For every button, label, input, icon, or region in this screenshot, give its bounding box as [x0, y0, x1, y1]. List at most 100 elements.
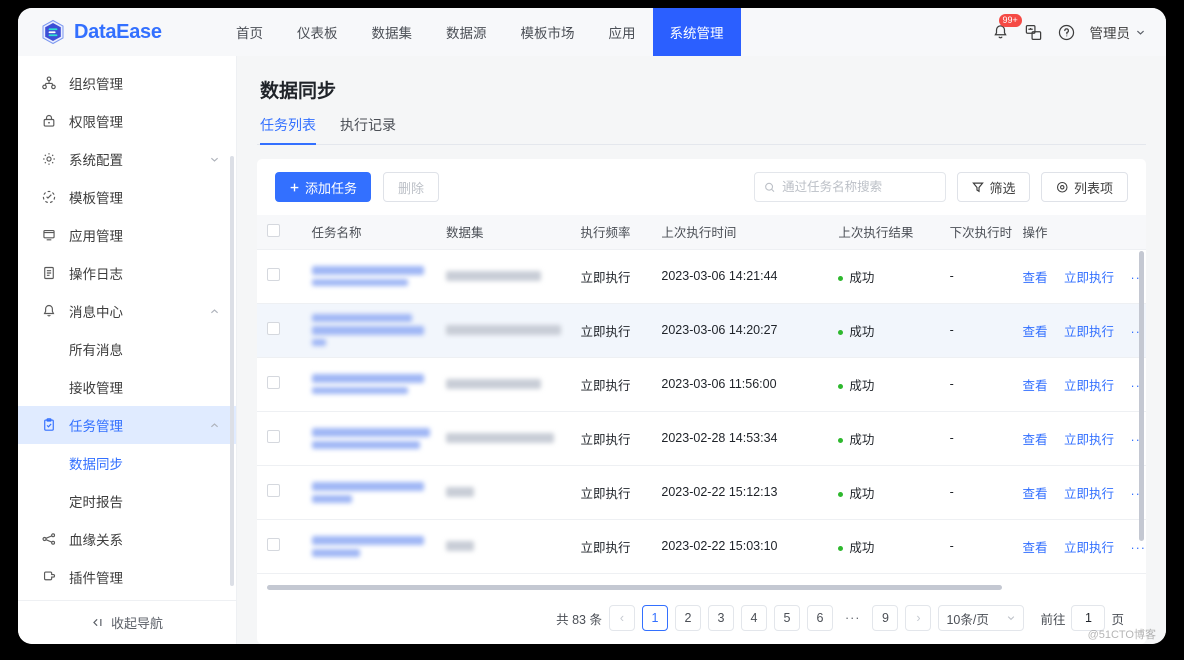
prev-page-button[interactable]: ‹ — [608, 605, 635, 631]
filter-button[interactable]: 筛选 — [957, 172, 1031, 202]
lock-icon — [40, 113, 57, 130]
tab-task-list[interactable]: 任务列表 — [260, 115, 316, 145]
settings-gear-icon — [1057, 181, 1069, 193]
next-page-button[interactable]: › — [905, 605, 932, 631]
table-row[interactable]: 立即执行 2023-03-06 14:20:27 成功 - 查看 立即执行 ··… — [257, 303, 1146, 358]
view-action[interactable]: 查看 — [1022, 541, 1047, 555]
sidebar-subitem-all-messages[interactable]: 所有消息 — [18, 330, 236, 368]
sidebar-subitem-data-sync[interactable]: 数据同步 — [18, 444, 236, 482]
table-row[interactable]: 立即执行 2023-02-28 14:53:34 成功 - 查看 立即执行 ··… — [257, 411, 1146, 466]
nav-item-dashboard[interactable]: 仪表板 — [280, 8, 355, 56]
page-button-4[interactable]: 4 — [740, 605, 767, 631]
row-checkbox[interactable] — [267, 322, 280, 335]
nav-item-home[interactable]: 首页 — [219, 8, 280, 56]
table-row[interactable]: 立即执行 2023-02-22 15:12:13 成功 - 查看 立即执行 ··… — [257, 465, 1146, 520]
view-action[interactable]: 查看 — [1022, 379, 1047, 393]
page-button-2[interactable]: 2 — [674, 605, 701, 631]
page-ellipsis[interactable]: ··· — [839, 605, 866, 631]
row-checkbox[interactable] — [267, 538, 280, 551]
filter-icon — [972, 182, 985, 193]
table-row[interactable]: 立即执行 2023-03-06 11:56:00 成功 - 查看 立即执行 ··… — [257, 357, 1146, 412]
page-size-select[interactable]: 10条/页 — [938, 605, 1025, 631]
page-button-5[interactable]: 5 — [773, 605, 800, 631]
more-actions-icon[interactable]: ··· — [1130, 541, 1146, 555]
sidebar-item-system-config[interactable]: 系统配置 — [18, 140, 236, 178]
row-checkbox[interactable] — [267, 430, 280, 443]
run-now-action[interactable]: 立即执行 — [1064, 271, 1114, 285]
run-now-action[interactable]: 立即执行 — [1064, 325, 1114, 339]
cell-last-exec-time: 2023-03-06 14:21:44 — [651, 249, 829, 304]
jump-page-input[interactable] — [1071, 605, 1106, 631]
page-title: 数据同步 — [260, 81, 337, 102]
search-input[interactable] — [782, 180, 937, 194]
task-name-redacted — [311, 427, 430, 449]
page-button-3[interactable]: 3 — [707, 605, 734, 631]
nav-item-dataset[interactable]: 数据集 — [355, 8, 430, 56]
page-button-1[interactable]: 1 — [641, 605, 668, 631]
cell-last-exec-time: 2023-02-22 15:03:10 — [651, 519, 829, 574]
top-bar: DataEase 首页 仪表板 数据集 数据源 模板市场 应用 系统管理 99+ — [18, 8, 1166, 56]
status-dot — [838, 275, 844, 281]
help-icon[interactable] — [1057, 23, 1076, 42]
sidebar-subitem-receive-management[interactable]: 接收管理 — [18, 368, 236, 406]
nav-item-system-management[interactable]: 系统管理 — [652, 8, 741, 56]
cell-dataset — [436, 303, 571, 358]
chevron-up-icon — [211, 422, 218, 427]
run-now-action[interactable]: 立即执行 — [1064, 541, 1114, 555]
sidebar-item-template[interactable]: 模板管理 — [18, 178, 236, 216]
table-toolbar: 添加任务 删除 通过任务名称搜索 筛选 列表项 — [257, 159, 1146, 215]
row-checkbox[interactable] — [267, 268, 280, 281]
row-checkbox[interactable] — [267, 376, 280, 389]
search-box[interactable] — [754, 172, 947, 202]
cell-frequency: 立即执行 — [570, 249, 652, 304]
table-vertical-scrollbar[interactable] — [1139, 251, 1144, 541]
search-icon — [765, 182, 775, 192]
sidebar-item-permission[interactable]: 权限管理 — [18, 102, 236, 140]
dataease-hex-icon — [40, 19, 66, 45]
page-button-6[interactable]: 6 — [806, 605, 833, 631]
tab-execution-record[interactable]: 执行记录 — [340, 115, 396, 144]
run-now-action[interactable]: 立即执行 — [1064, 487, 1114, 501]
gear-icon — [40, 151, 57, 168]
sidebar-item-task-management[interactable]: 任务管理 — [18, 406, 236, 444]
run-now-action[interactable]: 立即执行 — [1064, 379, 1114, 393]
top-nav: 首页 仪表板 数据集 数据源 模板市场 应用 系统管理 — [219, 8, 741, 56]
jump-suffix-label: 页 — [1111, 612, 1124, 627]
view-action[interactable]: 查看 — [1022, 325, 1047, 339]
cell-next-exec-time: - — [939, 411, 1013, 466]
delete-button[interactable]: 删除 — [383, 172, 440, 202]
view-action[interactable]: 查看 — [1022, 433, 1047, 447]
sidebar-item-lineage[interactable]: 血缘关系 — [18, 520, 236, 558]
view-action[interactable]: 查看 — [1022, 487, 1047, 501]
pagination: 共 83 条 ‹ 1 2 3 4 5 6 ··· 9 › 10条/页 前往 1 … — [257, 592, 1146, 644]
nav-item-application[interactable]: 应用 — [592, 8, 653, 56]
sidebar-item-message-center[interactable]: 消息中心 — [18, 292, 236, 330]
sidebar-item-application[interactable]: 应用管理 — [18, 216, 236, 254]
brand-logo[interactable]: DataEase — [18, 8, 219, 56]
sidebar-item-plugin[interactable]: 插件管理 — [18, 558, 236, 596]
run-now-action[interactable]: 立即执行 — [1064, 433, 1114, 447]
select-all-checkbox[interactable] — [267, 223, 280, 237]
sidebar-item-operation-log[interactable]: 操作日志 — [18, 254, 236, 292]
cell-next-exec-time: - — [939, 249, 1013, 304]
notification-bell-icon[interactable]: 99+ — [991, 13, 1022, 42]
page-button-last[interactable]: 9 — [872, 605, 899, 631]
sidebar-item-org[interactable]: 组织管理 — [18, 64, 236, 102]
row-checkbox[interactable] — [267, 484, 280, 497]
sidebar-scrollbar[interactable] — [230, 156, 234, 586]
collapse-nav-button[interactable]: 收起导航 — [18, 600, 236, 644]
table-row[interactable]: 立即执行 2023-02-22 15:03:10 成功 - 查看 立即执行 ··… — [257, 519, 1146, 574]
cell-dataset — [436, 357, 571, 412]
columns-button[interactable]: 列表项 — [1041, 172, 1128, 202]
nav-item-template-market[interactable]: 模板市场 — [504, 8, 592, 56]
language-switch-icon[interactable] — [1024, 23, 1043, 42]
view-action[interactable]: 查看 — [1022, 271, 1047, 285]
table-horizontal-scrollbar[interactable] — [267, 585, 1002, 590]
toolbar-right: 筛选 列表项 — [754, 172, 1128, 202]
nav-item-datasource[interactable]: 数据源 — [429, 8, 504, 56]
add-task-button[interactable]: 添加任务 — [275, 172, 372, 202]
sidebar-subitem-scheduled-report[interactable]: 定时报告 — [18, 482, 236, 520]
user-menu[interactable]: 管理员 — [1090, 22, 1147, 42]
cell-task-name — [301, 357, 436, 412]
table-row[interactable]: 立即执行 2023-03-06 14:21:44 成功 - 查看 立即执行 ··… — [257, 249, 1146, 304]
